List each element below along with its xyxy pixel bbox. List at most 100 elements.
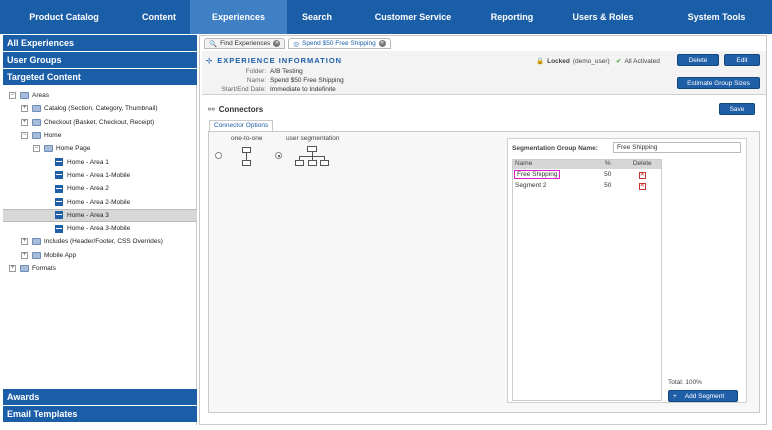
- content-tree: − Areas + Catalog (Section, Category, Th…: [3, 89, 197, 275]
- locked-label: Locked: [547, 57, 570, 65]
- tree-item-home-area-3-mobile[interactable]: Home - Area 3-Mobile: [3, 222, 197, 235]
- name-row: Name: Spend $50 Free Shipping: [202, 77, 344, 84]
- expand-icon[interactable]: +: [21, 251, 28, 259]
- tab-connector-options[interactable]: Connector Options: [209, 120, 274, 131]
- content-area-icon: [55, 158, 63, 167]
- nav-system-tools[interactable]: System Tools: [661, 0, 772, 34]
- name-value: Spend $50 Free Shipping: [270, 77, 344, 84]
- tree-item-areas[interactable]: − Areas: [3, 89, 197, 102]
- tab-strip: 🔍 Find Experiences ✕ ◎ Spend $50 Free Sh…: [204, 38, 391, 49]
- tab-label: Spend $50 Free Shipping: [302, 40, 376, 47]
- segment-name-field[interactable]: Segment 2: [513, 182, 592, 189]
- collapse-icon[interactable]: −: [21, 132, 28, 140]
- dates-label: Start/End Date:: [221, 86, 266, 93]
- segmentation-group-name-field[interactable]: Free Shipping: [613, 142, 741, 153]
- collapse-icon[interactable]: −: [33, 145, 40, 153]
- tab-spend-50-free-shipping[interactable]: ◎ Spend $50 Free Shipping ✕: [288, 38, 391, 49]
- folder-icon: [32, 238, 41, 246]
- total-percent: Total: 100%: [668, 379, 702, 386]
- nav-customer-service[interactable]: Customer Service: [347, 0, 479, 34]
- sidebar-awards[interactable]: Awards: [3, 389, 197, 405]
- expand-icon[interactable]: +: [21, 238, 28, 246]
- tree-item-label: Formats: [32, 265, 56, 272]
- user-segmentation-label: user segmentation: [286, 135, 340, 142]
- tree-item-home-page[interactable]: − Home Page: [3, 142, 197, 155]
- content-area-icon: [55, 198, 63, 207]
- folder-icon: [20, 265, 29, 272]
- segmentation-group-label: Segmentation Group Name:: [512, 145, 598, 152]
- collapse-icon[interactable]: −: [9, 92, 16, 100]
- close-icon[interactable]: ✕: [273, 40, 281, 47]
- plus-icon: +: [673, 392, 677, 400]
- expand-icon[interactable]: +: [21, 105, 28, 113]
- connectors-title: Connectors: [218, 104, 264, 114]
- folder-icon: [32, 251, 41, 259]
- one-to-one-label: one-to-one: [231, 135, 263, 142]
- estimate-group-sizes-button[interactable]: Estimate Group Sizes: [677, 77, 760, 89]
- tree-item-label: Home - Area 2: [67, 185, 109, 193]
- sidebar-user-groups[interactable]: User Groups: [3, 52, 197, 68]
- folder-icon: [20, 92, 29, 100]
- sidebar-targeted-content[interactable]: Targeted Content: [3, 69, 197, 85]
- user-segmentation-radio[interactable]: [275, 152, 282, 159]
- tree-item-includes[interactable]: + Includes (Header/Footer, CSS Overrides…: [3, 235, 197, 248]
- add-segment-label: Add Segment: [684, 392, 725, 400]
- nav-experiences[interactable]: Experiences: [190, 0, 287, 34]
- tree-item-mobile-app[interactable]: + Mobile App: [3, 249, 197, 262]
- tree-item-label: Includes (Header/Footer, CSS Overrides): [44, 238, 163, 246]
- experience-icon: ◎: [293, 40, 299, 48]
- tree-item-home-area-1[interactable]: Home - Area 1: [3, 155, 197, 168]
- add-segment-button[interactable]: + Add Segment: [668, 390, 738, 402]
- tree-item-formats[interactable]: + Formats: [3, 262, 197, 275]
- tree-item-catalog[interactable]: + Catalog (Section, Category, Thumbnail): [3, 102, 197, 115]
- segment-name-field[interactable]: Free Shipping: [513, 170, 561, 179]
- delete-button[interactable]: Delete: [677, 54, 719, 66]
- segment-percent-field[interactable]: 50: [592, 182, 624, 189]
- tree-item-checkout[interactable]: + Checkout (Basket, Checkout, Receipt): [3, 116, 197, 129]
- tree-item-home[interactable]: − Home: [3, 129, 197, 142]
- connector-icon: ⚯: [208, 104, 215, 114]
- tree-item-label: Home - Area 2-Mobile: [67, 198, 131, 206]
- tree-item-home-area-1-mobile[interactable]: Home - Area 1-Mobile: [3, 169, 197, 182]
- sidebar: All Experiences User Groups Targeted Con…: [3, 35, 197, 425]
- tree-item-home-area-2-mobile[interactable]: Home - Area 2-Mobile: [3, 195, 197, 208]
- tree-item-home-area-2[interactable]: Home - Area 2: [3, 182, 197, 195]
- header-name: Name: [515, 160, 533, 167]
- nav-content[interactable]: Content: [128, 0, 190, 34]
- table-row: Free Shipping 50 ✕: [513, 169, 661, 180]
- sidebar-email-templates[interactable]: Email Templates: [3, 406, 197, 422]
- hierarchy-icon: ⊹: [206, 56, 214, 65]
- delete-icon[interactable]: ✕: [638, 182, 646, 190]
- edit-button[interactable]: Edit: [724, 54, 760, 66]
- one-to-one-radio[interactable]: [215, 152, 222, 159]
- main-panel: 🔍 Find Experiences ✕ ◎ Spend $50 Free Sh…: [199, 35, 767, 425]
- header-percent: %: [604, 160, 611, 167]
- nav-reporting[interactable]: Reporting: [479, 0, 545, 34]
- delete-icon[interactable]: ✕: [638, 171, 646, 179]
- tree-item-label: Areas: [32, 92, 49, 100]
- check-icon: ✔: [616, 58, 622, 65]
- tree-item-label: Home: [44, 132, 62, 140]
- tree-item-home-area-3[interactable]: Home - Area 3: [3, 208, 197, 222]
- locked-user: (demo_user): [572, 57, 610, 65]
- tree-item-label: Home - Area 3: [67, 211, 109, 219]
- segment-percent-field[interactable]: 50: [592, 171, 624, 178]
- activated-status: ✔ All Activated: [616, 57, 660, 66]
- header-delete: Delete: [632, 160, 652, 167]
- tab-find-experiences[interactable]: 🔍 Find Experiences ✕: [204, 38, 286, 49]
- search-icon: 🔍: [209, 40, 218, 48]
- nav-search[interactable]: Search: [287, 0, 347, 34]
- expand-icon[interactable]: +: [21, 118, 28, 126]
- save-button[interactable]: Save: [719, 103, 755, 115]
- nav-users-roles[interactable]: Users & Roles: [545, 0, 661, 34]
- sidebar-all-experiences[interactable]: All Experiences: [3, 35, 197, 51]
- top-nav: Product Catalog Content Experiences Sear…: [0, 0, 772, 34]
- tree-item-label: Home - Area 3-Mobile: [67, 225, 131, 233]
- tree-item-label: Home Page: [56, 145, 91, 153]
- table-header: Name % Delete: [513, 160, 661, 169]
- expand-icon[interactable]: +: [9, 265, 16, 272]
- close-icon[interactable]: ✕: [378, 40, 386, 47]
- nav-product-catalog[interactable]: Product Catalog: [0, 0, 128, 34]
- lock-icon: 🔒: [536, 58, 545, 65]
- connector-options-panel: one-to-one user segmentation Segmentatio…: [208, 131, 760, 413]
